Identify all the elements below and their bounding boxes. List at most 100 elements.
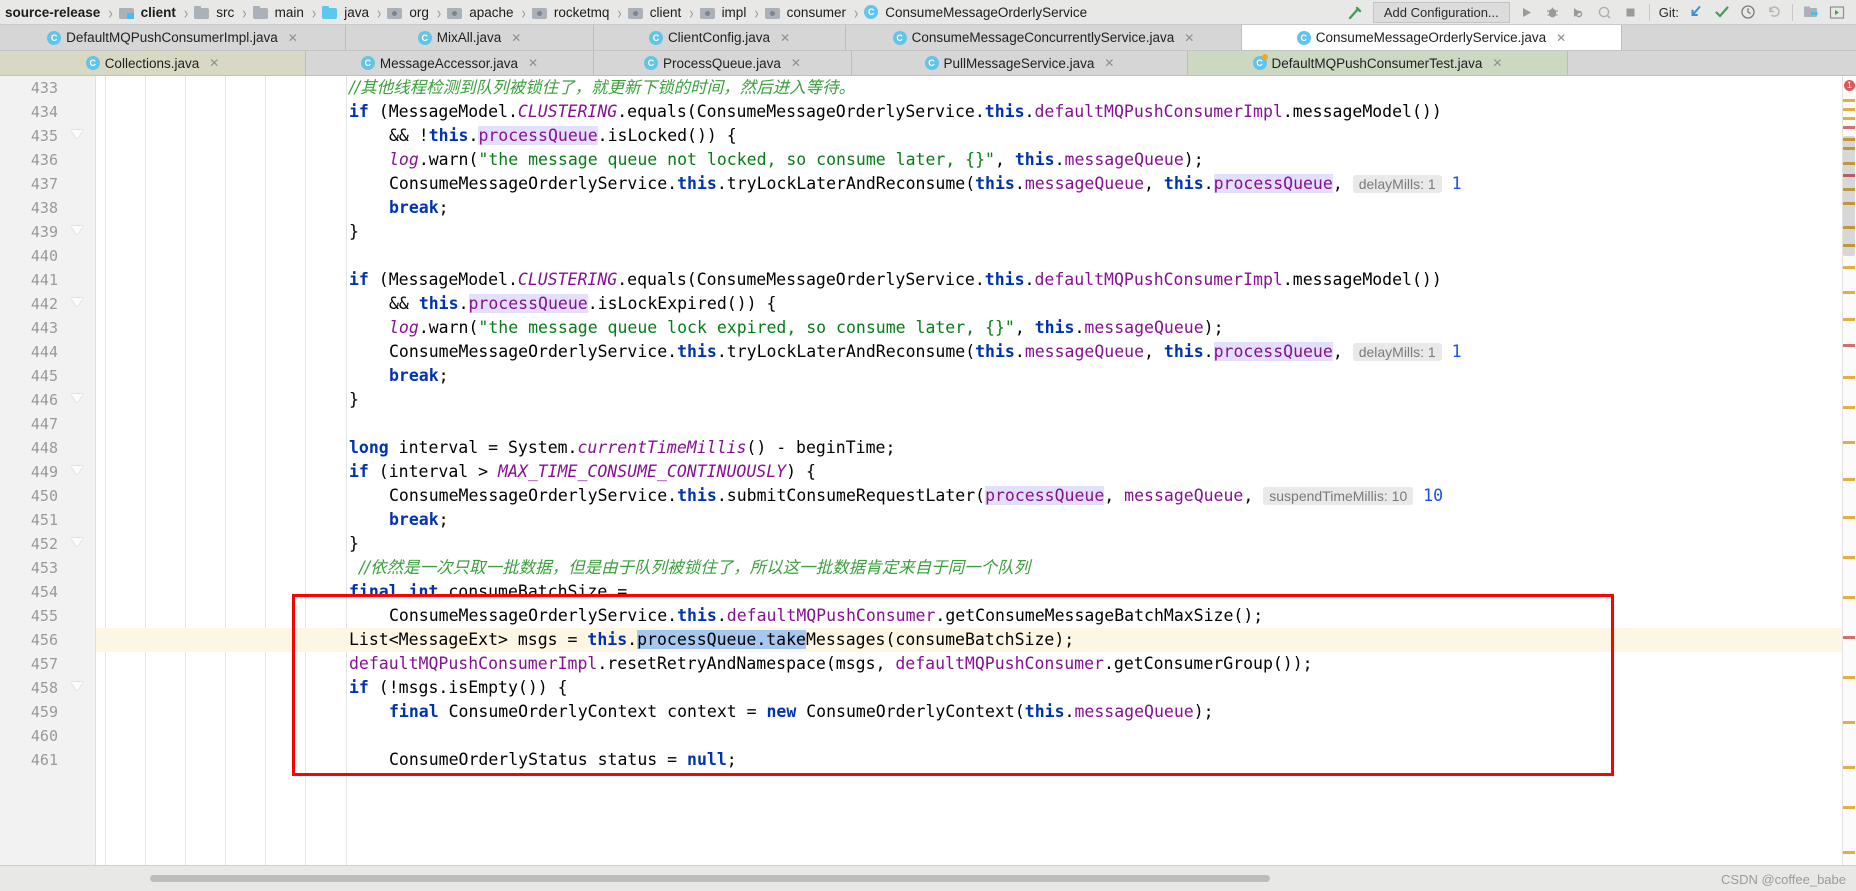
code-line[interactable] (96, 724, 1856, 748)
editor-tab-row-2: Collections.java ✕ MessageAccessor.java … (0, 50, 1856, 75)
code-line-caret[interactable]: List<MessageExt> msgs = this.processQueu… (96, 628, 1856, 652)
code-line[interactable]: //依然是一次只取一批数据，但是由于队列被锁住了，所以这一批数据肯定来自于同一个… (96, 556, 1856, 580)
tab-consume-message-concurrently-service[interactable]: ConsumeMessageConcurrentlyService.java ✕ (846, 25, 1242, 50)
breadcrumb-item-client[interactable]: client (117, 0, 180, 25)
fold-handle[interactable] (71, 298, 84, 311)
close-icon[interactable]: ✕ (209, 57, 219, 69)
breadcrumb-item-java[interactable]: java (320, 0, 373, 25)
history-icon[interactable] (1735, 1, 1761, 23)
commit-icon[interactable] (1709, 1, 1735, 23)
close-icon[interactable]: ✕ (1556, 32, 1566, 44)
code-line[interactable]: ConsumeMessageOrderlyService.this.tryLoc… (96, 172, 1856, 196)
fold-handle[interactable] (71, 538, 84, 551)
tab-default-mq-push-consumer-impl[interactable]: DefaultMQPushConsumerImpl.java ✕ (0, 25, 346, 50)
breadcrumb-item-source-release[interactable]: source-release (0, 0, 104, 25)
code-line[interactable]: //其他线程检测到队列被锁住了，就更新下锁的时间，然后进入等待。 (96, 76, 1856, 100)
tab-mixall[interactable]: MixAll.java ✕ (346, 25, 594, 50)
hammer-icon[interactable] (1343, 1, 1369, 23)
close-icon[interactable]: ✕ (288, 32, 298, 44)
code-line[interactable]: break; (96, 196, 1856, 220)
code-line[interactable] (96, 412, 1856, 436)
scrollbar-thumb[interactable] (1843, 136, 1855, 256)
code-token-comment: //依然是一次只取一批数据，但是由于队列被锁住了，所以这一批数据肯定来自于同一个… (359, 558, 1031, 577)
breadcrumb-item-impl[interactable]: impl (698, 0, 751, 25)
tab-pull-message-service[interactable]: PullMessageService.java ✕ (852, 51, 1188, 75)
code-line[interactable]: } (96, 388, 1856, 412)
code-line[interactable]: log.warn("the message queue not locked, … (96, 148, 1856, 172)
code-line[interactable]: long interval = System.currentTimeMillis… (96, 436, 1856, 460)
tab-row-filler (1622, 25, 1856, 50)
debug-icon[interactable] (1540, 1, 1566, 23)
run-configuration-selector[interactable]: Add Configuration... (1372, 1, 1510, 23)
error-badge[interactable]: 1 (1844, 80, 1855, 91)
close-icon[interactable]: ✕ (791, 57, 801, 69)
fold-handle[interactable] (71, 130, 84, 143)
code-line[interactable] (96, 244, 1856, 268)
fold-handle[interactable] (71, 226, 84, 239)
code-editor[interactable]: 433 434 435 436 437 438 439 440 441 442 443 444 445 4… (0, 76, 1856, 891)
breadcrumb-item-rocketmq[interactable]: rocketmq (530, 0, 614, 25)
code-line[interactable]: && !this.processQueue.isLocked()) { (96, 124, 1856, 148)
code-line[interactable]: final int consumeBatchSize = (96, 580, 1856, 604)
fold-handle[interactable] (71, 682, 84, 695)
breadcrumb-item-consume-message-orderly-service[interactable]: ConsumeMessageOrderlyService (862, 0, 1091, 25)
code-line[interactable]: log.warn("the message queue lock expired… (96, 316, 1856, 340)
breadcrumb-item-main[interactable]: main (251, 0, 308, 25)
editor-code-area[interactable]: //其他线程检测到队列被锁住了，就更新下锁的时间，然后进入等待。 if (Mes… (96, 76, 1856, 891)
fold-handle[interactable] (71, 466, 84, 479)
breadcrumb-item-apache[interactable]: apache (445, 0, 517, 25)
breadcrumb-item-org[interactable]: org (385, 0, 433, 25)
tab-consume-message-orderly-service[interactable]: ConsumeMessageOrderlyService.java ✕ (1242, 25, 1622, 50)
profile-icon[interactable] (1592, 1, 1618, 23)
code-line[interactable]: defaultMQPushConsumerImpl.resetRetryAndN… (96, 652, 1856, 676)
toolbar-divider (1648, 3, 1650, 21)
code-line[interactable]: if (interval > MAX_TIME_CONSUME_CONTINUO… (96, 460, 1856, 484)
code-line[interactable]: } (96, 532, 1856, 556)
tab-message-accessor[interactable]: MessageAccessor.java ✕ (306, 51, 594, 75)
breadcrumb-separator: › (108, 1, 113, 23)
tab-collections[interactable]: Collections.java ✕ (0, 51, 306, 75)
editor-marker-bar[interactable]: 1 (1842, 76, 1856, 891)
code-line[interactable]: ConsumeOrderlyStatus status = null; (96, 748, 1856, 772)
tab-client-config[interactable]: ClientConfig.java ✕ (594, 25, 846, 50)
close-icon[interactable]: ✕ (511, 32, 521, 44)
close-icon[interactable]: ✕ (1184, 32, 1194, 44)
breadcrumb-item-client-pkg[interactable]: client (626, 0, 686, 25)
code-line[interactable]: ConsumeMessageOrderlyService.this.tryLoc… (96, 340, 1856, 364)
stop-icon[interactable] (1618, 1, 1644, 23)
navigation-bar: source-release › client › src › main › j… (0, 0, 1856, 25)
close-icon[interactable]: ✕ (528, 57, 538, 69)
editor-gutter[interactable]: 433 434 435 436 437 438 439 440 441 442 443 444 445 4… (0, 76, 96, 891)
folder-icon (252, 5, 268, 19)
code-line[interactable]: if (!msgs.isEmpty()) { (96, 676, 1856, 700)
tab-default-mq-push-consumer-test[interactable]: DefaultMQPushConsumerTest.java ✕ (1188, 51, 1568, 75)
run-configuration-label: Add Configuration... (1383, 4, 1499, 20)
folder-package-icon (764, 6, 780, 19)
code-line[interactable]: } (96, 220, 1856, 244)
code-line[interactable]: break; (96, 508, 1856, 532)
code-line[interactable]: break; (96, 364, 1856, 388)
run-icon[interactable] (1514, 1, 1540, 23)
code-line[interactable]: if (MessageModel.CLUSTERING.equals(Consu… (96, 100, 1856, 124)
project-structure-icon[interactable] (1824, 1, 1850, 23)
close-icon[interactable]: ✕ (780, 32, 790, 44)
breadcrumb-item-src[interactable]: src (192, 0, 238, 25)
run-with-coverage-icon[interactable] (1566, 1, 1592, 23)
code-line[interactable]: if (MessageModel.CLUSTERING.equals(Consu… (96, 268, 1856, 292)
breadcrumb-separator: › (376, 1, 382, 23)
line-number: 441 (30, 271, 58, 289)
close-icon[interactable]: ✕ (1492, 57, 1502, 69)
horizontal-scrollbar[interactable] (150, 875, 1270, 882)
code-line[interactable]: ConsumeMessageOrderlyService.this.submit… (96, 484, 1856, 508)
tab-process-queue[interactable]: ProcessQueue.java ✕ (594, 51, 852, 75)
code-line[interactable]: ConsumeMessageOrderlyService.this.defaul… (96, 604, 1856, 628)
code-line[interactable]: && this.processQueue.isLockExpired()) { (96, 292, 1856, 316)
code-line[interactable]: final ConsumeOrderlyContext context = ne… (96, 700, 1856, 724)
search-everywhere-icon[interactable] (1798, 1, 1824, 23)
fold-handle[interactable] (71, 394, 84, 407)
rollback-icon[interactable] (1761, 1, 1787, 23)
update-project-icon[interactable] (1683, 1, 1709, 23)
close-icon[interactable]: ✕ (1104, 57, 1114, 69)
breadcrumb-item-consumer[interactable]: consumer (763, 0, 850, 25)
editor-tab-bar: DefaultMQPushConsumerImpl.java ✕ MixAll.… (0, 25, 1856, 76)
